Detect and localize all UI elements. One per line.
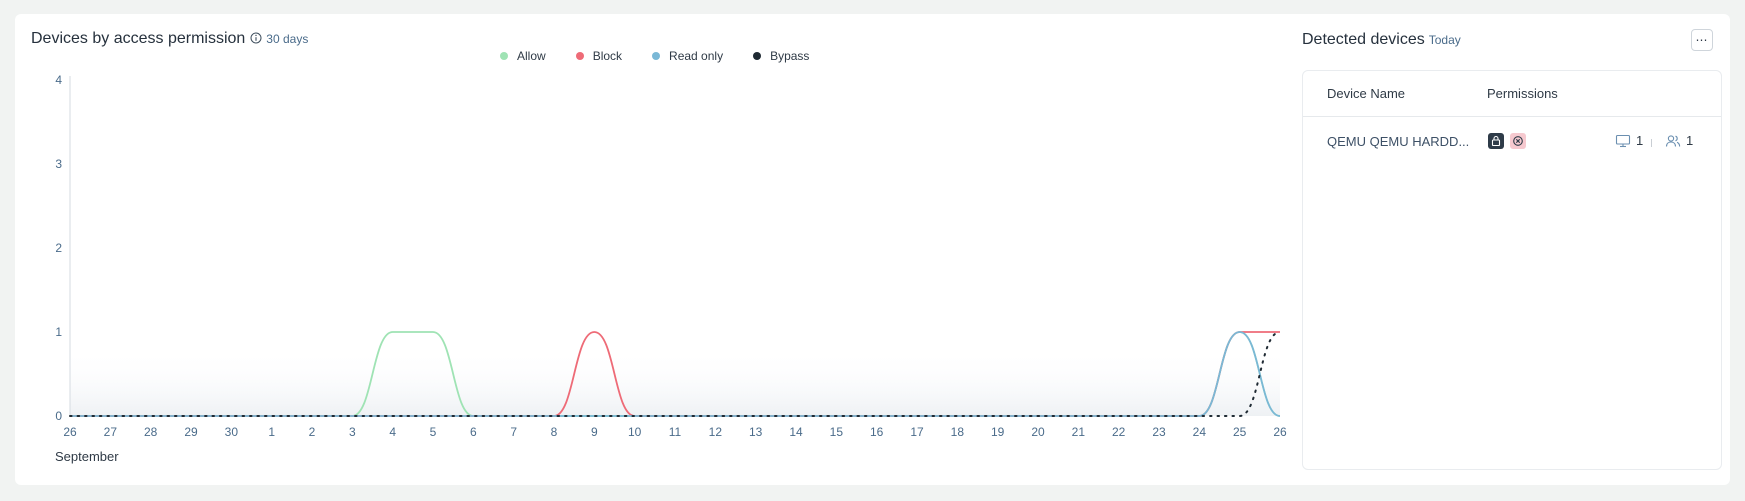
x-tick-label: 21 [1072, 425, 1086, 439]
x-tick-label: 26 [63, 425, 77, 439]
x-tick-label: 29 [184, 425, 198, 439]
x-tick-label: 24 [1193, 425, 1207, 439]
devices-table: Device Name Permissions QEMU QEMU HARDD.… [1302, 70, 1722, 470]
y-tick-label: 3 [55, 157, 62, 171]
x-tick-label: 13 [749, 425, 763, 439]
permission-line-chart: 0123426 27 28 29 30 1 2 3 4 5 6 7 8 9 10 11 12 13 14 15 16 17… [55, 73, 1287, 439]
users-icon [1665, 134, 1681, 147]
computers-count-value: 1 [1636, 133, 1644, 148]
x-tick-label: 3 [349, 425, 356, 439]
x-tick-label: 20 [1031, 425, 1045, 439]
x-tick-label: 14 [789, 425, 803, 439]
x-tick-label: 22 [1112, 425, 1126, 439]
more-options-button[interactable]: ⋯ [1691, 29, 1713, 51]
column-header-permissions[interactable]: Permissions [1487, 86, 1558, 101]
lock-icon [1488, 133, 1504, 149]
x-tick-label: 9 [591, 425, 598, 439]
header-divider [1303, 116, 1721, 117]
x-tick-label: 11 [669, 425, 682, 439]
y-tick-label: 1 [55, 325, 62, 339]
y-tick-label: 2 [55, 241, 62, 255]
stat-divider [1651, 139, 1652, 147]
x-tick-label: 27 [104, 425, 118, 439]
table-row[interactable]: QEMU QEMU HARDD... 1 1 [1303, 119, 1721, 164]
x-tick-label: 17 [910, 425, 924, 439]
x-tick-label: 15 [830, 425, 844, 439]
devices-subtitle: Today [1428, 33, 1461, 47]
x-tick-label: 8 [551, 425, 558, 439]
monitor-icon [1615, 134, 1631, 147]
x-tick-label: 30 [225, 425, 239, 439]
x-tick-label: 19 [991, 425, 1005, 439]
x-tick-label: 16 [870, 425, 884, 439]
y-tick-label: 4 [55, 73, 62, 87]
x-tick-label: 2 [309, 425, 316, 439]
users-count: 1 [1665, 133, 1693, 148]
x-tick-label: 1 [268, 425, 275, 439]
x-tick-label: 18 [951, 425, 965, 439]
x-tick-label: 6 [470, 425, 477, 439]
y-tick-label: 0 [55, 409, 62, 423]
computers-count: 1 [1615, 133, 1643, 148]
x-axis-month-label: September [55, 449, 119, 464]
x-tick-label: 23 [1152, 425, 1166, 439]
devices-header: Detected devices Today [1302, 31, 1461, 49]
x-tick-label: 4 [389, 425, 396, 439]
x-tick-label: 26 [1273, 425, 1287, 439]
x-tick-label: 5 [430, 425, 437, 439]
users-count-value: 1 [1686, 133, 1694, 148]
column-header-device-name[interactable]: Device Name [1327, 86, 1405, 101]
x-tick-label: 28 [144, 425, 158, 439]
x-tick-label: 12 [709, 425, 723, 439]
device-name-cell[interactable]: QEMU QEMU HARDD... [1327, 134, 1469, 149]
block-icon [1510, 133, 1526, 149]
x-tick-label: 25 [1233, 425, 1247, 439]
plot-area-shade [70, 348, 1280, 416]
devices-title: Detected devices [1302, 31, 1425, 48]
x-tick-label: 10 [628, 425, 642, 439]
more-horizontal-icon: ⋯ [1695, 33, 1709, 47]
x-tick-label: 7 [510, 425, 517, 439]
